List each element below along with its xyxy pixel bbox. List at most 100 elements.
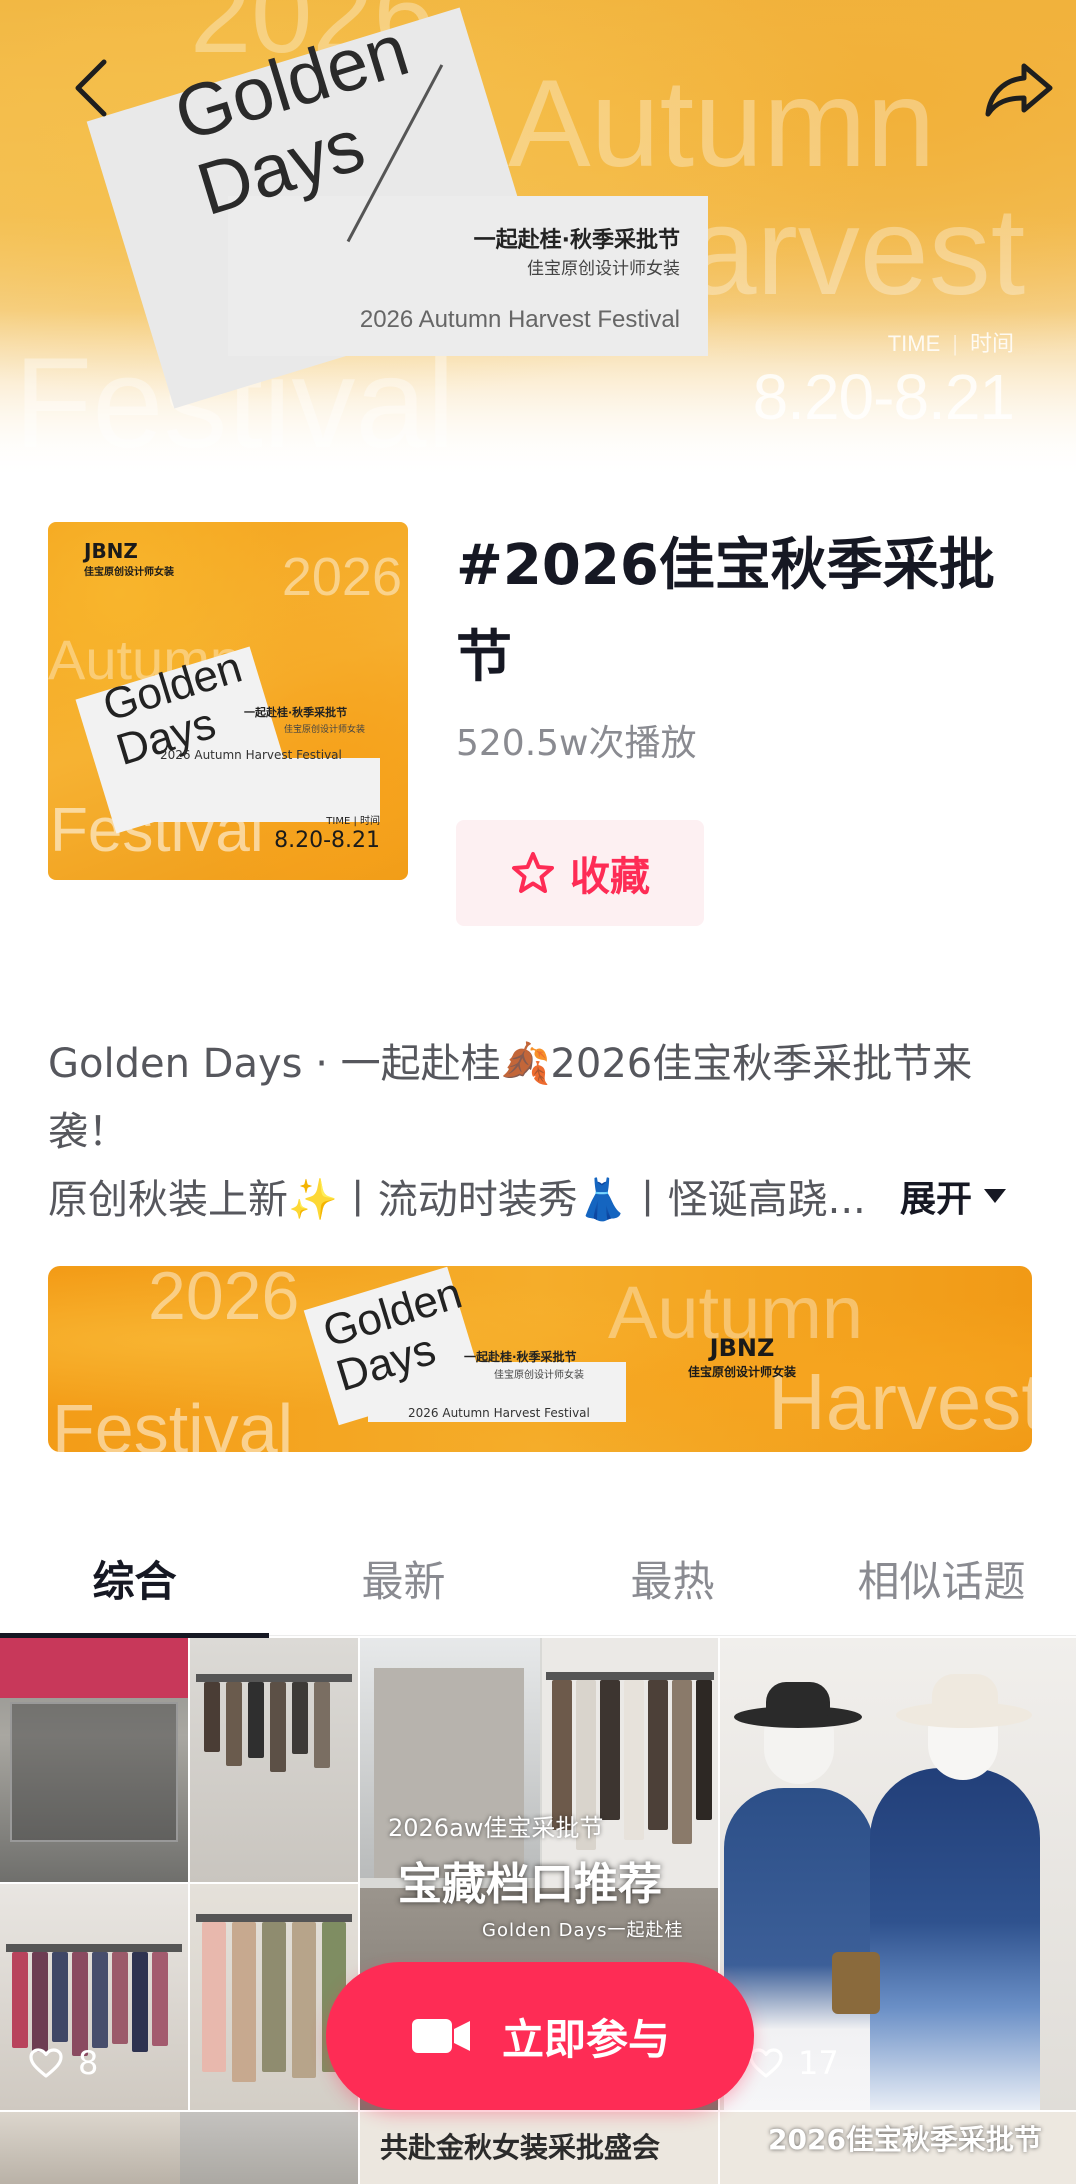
garment bbox=[600, 1680, 620, 1820]
tab-comprehensive[interactable]: 综合 bbox=[0, 1520, 269, 1638]
garment bbox=[92, 1952, 108, 2048]
tab-latest[interactable]: 最新 bbox=[269, 1520, 538, 1636]
star-outline-icon bbox=[512, 852, 554, 893]
description-line-2: 原创秋装上新✨丨流动时装秀👗丨怪诞高跷... bbox=[48, 1177, 866, 1223]
garment bbox=[262, 1922, 286, 2072]
expand-button[interactable]: 展开 bbox=[900, 1170, 1008, 1222]
caret-down-icon bbox=[984, 1189, 1007, 1203]
poster-subtitle: 一起赴桂·秋季采批节 bbox=[473, 228, 680, 253]
garment bbox=[12, 1952, 28, 2048]
participate-label: 立即参与 bbox=[501, 2014, 670, 2064]
garment bbox=[132, 1952, 148, 2052]
video-overlay-title: 2026佳宝秋季采批节 bbox=[768, 2123, 1042, 2156]
cover-subtitle: 一起赴桂·秋季采批节 bbox=[244, 706, 348, 719]
garment bbox=[32, 1952, 48, 2052]
topic-cover-image[interactable]: 2026 Autumn Festival JBNZ 佳宝原创设计师女装 Golde… bbox=[48, 522, 408, 880]
topic-description: Golden Days · 一起赴桂🍂2026佳宝秋季采批节来袭！ 原创秋装上新… bbox=[48, 1030, 1038, 1234]
shop-door bbox=[10, 1702, 178, 1842]
banner-brand: JBNZ 佳宝原创设计师女装 bbox=[688, 1336, 796, 1384]
garment bbox=[292, 1922, 316, 2078]
video-thumbnail bbox=[0, 2112, 180, 2184]
garment bbox=[226, 1682, 242, 1766]
cover-brand-sub: 佳宝原创设计师女装 bbox=[84, 567, 174, 578]
like-count: 17 bbox=[748, 2044, 839, 2082]
garment bbox=[696, 1680, 712, 1820]
cover-brand-name: JBNZ bbox=[84, 539, 138, 563]
share-button[interactable] bbox=[984, 52, 1056, 124]
hat bbox=[766, 1682, 830, 1716]
time-label-en: TIME bbox=[887, 331, 941, 356]
favorite-label: 收藏 bbox=[570, 854, 650, 900]
poster-brand-line: 佳宝原创设计师女装 bbox=[527, 259, 680, 279]
participate-button[interactable]: 立即参与 bbox=[326, 1962, 754, 2110]
video-overlay-title: 共赴金秋女装采批盛会 bbox=[380, 2131, 661, 2164]
cover-brand-line: 佳宝原创设计师女装 bbox=[284, 725, 366, 735]
garment bbox=[202, 1922, 226, 2072]
garment bbox=[648, 1680, 668, 1830]
video-camera-icon bbox=[411, 2019, 470, 2053]
banner-brand-line: 佳宝原创设计师女装 bbox=[494, 1370, 584, 1381]
heart-outline-icon bbox=[749, 2048, 783, 2078]
poster-english-title: 2026 Autumn Harvest Festival bbox=[359, 306, 680, 333]
garment bbox=[72, 1952, 88, 2056]
garment bbox=[270, 1682, 286, 1772]
event-banner[interactable]: 2026 Autumn Harvest Festival Golden Days… bbox=[48, 1266, 1032, 1452]
back-arrow-icon bbox=[75, 59, 107, 117]
like-count: 8 bbox=[28, 2044, 98, 2082]
back-button[interactable] bbox=[56, 52, 128, 124]
like-count-value: 8 bbox=[78, 2044, 99, 2082]
hero-banner: 2026 Autumn Harvest Festival Golden Days… bbox=[0, 0, 1076, 480]
garment bbox=[52, 1952, 68, 2042]
expand-label: 展开 bbox=[900, 1179, 973, 1220]
video-overlay-caption: Golden Days一起赴桂 bbox=[482, 1920, 684, 1941]
garment bbox=[232, 1922, 256, 2082]
basket-bag bbox=[832, 1952, 880, 2014]
building-facade bbox=[374, 1668, 524, 1878]
clothes-rack bbox=[546, 1672, 714, 1680]
topic-title: #2026佳宝秋季采批节 bbox=[456, 533, 995, 690]
garment bbox=[248, 1682, 264, 1758]
garment bbox=[314, 1682, 330, 1768]
video-overlay-title: 宝藏档口推荐 bbox=[398, 1859, 662, 1910]
favorite-button[interactable]: 收藏 bbox=[456, 820, 704, 926]
banner-brand-name: JBNZ bbox=[709, 1334, 775, 1362]
video-card[interactable]: 8 bbox=[0, 1638, 358, 2110]
cover-english-title: 2026 Autumn Harvest Festival bbox=[160, 748, 342, 762]
video-overlay-text: 2026aw佳宝采批节 bbox=[388, 1814, 604, 1842]
cover-brand: JBNZ 佳宝原创设计师女装 bbox=[84, 540, 174, 584]
time-label-cn: 时间 bbox=[969, 331, 1014, 356]
heart-outline-icon bbox=[29, 2048, 63, 2078]
video-card[interactable]: 2026佳宝秋季采批节 bbox=[720, 2112, 1076, 2184]
video-thumbnail bbox=[190, 1884, 358, 2110]
description-line-1: Golden Days · 一起赴桂🍂2026佳宝秋季采批节来袭！ bbox=[48, 1041, 973, 1155]
banner-english-title: 2026 Autumn Harvest Festival bbox=[408, 1406, 590, 1420]
garment bbox=[292, 1682, 308, 1754]
video-card[interactable]: 共赴金秋女装采批盛会 bbox=[360, 2112, 718, 2184]
garment bbox=[672, 1680, 692, 1844]
tab-hottest[interactable]: 最热 bbox=[538, 1520, 807, 1636]
mannequin-dress bbox=[870, 1768, 1040, 2110]
hero-time-label: TIME | 时间 bbox=[887, 331, 1014, 356]
share-icon bbox=[985, 63, 1053, 117]
banner-bg-year: 2026 bbox=[148, 1266, 300, 1334]
banner-brand-sub: 佳宝原创设计师女装 bbox=[688, 1365, 797, 1379]
hero-poster-card: Golden Days 一起赴桂·秋季采批节 佳宝原创设计师女装 2026 Au… bbox=[86, 7, 708, 409]
cover-bg-year: 2026 bbox=[281, 547, 402, 607]
garment bbox=[112, 1952, 128, 2044]
hero-date: 8.20-8.21 bbox=[752, 361, 1015, 433]
shop-sign bbox=[0, 1638, 188, 1698]
video-thumbnail bbox=[190, 1638, 358, 1882]
like-count-value: 17 bbox=[798, 2044, 839, 2082]
garment bbox=[152, 1952, 168, 2046]
content-tabs: 综合 最新 最热 相似话题 bbox=[0, 1520, 1076, 1638]
banner-bg-festival: Festival bbox=[52, 1390, 294, 1452]
video-thumbnail bbox=[0, 1638, 188, 1882]
garment bbox=[624, 1680, 644, 1840]
video-card[interactable]: 17 bbox=[720, 1638, 1076, 2110]
tab-similar-topics[interactable]: 相似话题 bbox=[807, 1520, 1076, 1636]
clothes-rack bbox=[196, 1674, 352, 1682]
video-thumbnail bbox=[180, 2112, 358, 2184]
clothes-rack bbox=[6, 1944, 182, 1952]
hat bbox=[932, 1674, 998, 1714]
video-card[interactable] bbox=[0, 2112, 358, 2184]
